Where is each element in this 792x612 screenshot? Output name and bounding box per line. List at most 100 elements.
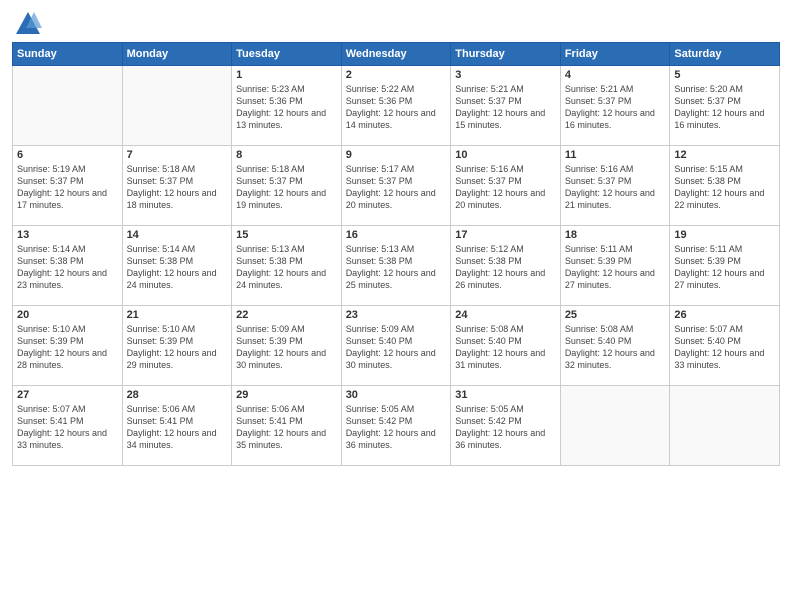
calendar-cell: 4 Sunrise: 5:21 AMSunset: 5:37 PMDaylight… xyxy=(560,66,670,146)
calendar-cell: 10 Sunrise: 5:16 AMSunset: 5:37 PMDayligh… xyxy=(451,146,561,226)
calendar-cell: 23 Sunrise: 5:09 AMSunset: 5:40 PMDayligh… xyxy=(341,306,451,386)
calendar-cell: 28 Sunrise: 5:06 AMSunset: 5:41 PMDayligh… xyxy=(122,386,232,466)
day-info: Sunrise: 5:08 AMSunset: 5:40 PMDaylight:… xyxy=(455,323,556,372)
day-number: 10 xyxy=(455,149,556,161)
day-number: 18 xyxy=(565,229,666,241)
day-number: 25 xyxy=(565,309,666,321)
week-row-5: 27 Sunrise: 5:07 AMSunset: 5:41 PMDayligh… xyxy=(13,386,780,466)
calendar-cell xyxy=(122,66,232,146)
day-info: Sunrise: 5:09 AMSunset: 5:39 PMDaylight:… xyxy=(236,323,337,372)
day-info: Sunrise: 5:14 AMSunset: 5:38 PMDaylight:… xyxy=(17,243,118,292)
calendar-cell: 26 Sunrise: 5:07 AMSunset: 5:40 PMDayligh… xyxy=(670,306,780,386)
calendar-cell xyxy=(560,386,670,466)
day-info: Sunrise: 5:17 AMSunset: 5:37 PMDaylight:… xyxy=(346,163,447,212)
day-number: 5 xyxy=(674,69,775,81)
header xyxy=(12,10,780,34)
day-number: 23 xyxy=(346,309,447,321)
day-number: 14 xyxy=(127,229,228,241)
day-info: Sunrise: 5:12 AMSunset: 5:38 PMDaylight:… xyxy=(455,243,556,292)
day-info: Sunrise: 5:16 AMSunset: 5:37 PMDaylight:… xyxy=(455,163,556,212)
day-info: Sunrise: 5:10 AMSunset: 5:39 PMDaylight:… xyxy=(17,323,118,372)
calendar-cell: 22 Sunrise: 5:09 AMSunset: 5:39 PMDayligh… xyxy=(232,306,342,386)
day-number: 2 xyxy=(346,69,447,81)
calendar-cell: 14 Sunrise: 5:14 AMSunset: 5:38 PMDayligh… xyxy=(122,226,232,306)
logo xyxy=(12,10,42,34)
calendar-cell: 1Sunrise: 5:23 AMSunset: 5:36 PMDaylight… xyxy=(232,66,342,146)
day-info: Sunrise: 5:18 AMSunset: 5:37 PMDaylight:… xyxy=(236,163,337,212)
day-number: 30 xyxy=(346,389,447,401)
weekday-header-row: SundayMondayTuesdayWednesdayThursdayFrid… xyxy=(13,43,780,66)
calendar-cell: 27 Sunrise: 5:07 AMSunset: 5:41 PMDayligh… xyxy=(13,386,123,466)
day-number: 4 xyxy=(565,69,666,81)
calendar-cell: 15 Sunrise: 5:13 AMSunset: 5:38 PMDayligh… xyxy=(232,226,342,306)
day-number: 17 xyxy=(455,229,556,241)
calendar-cell: 20Sunrise: 5:10 AMSunset: 5:39 PMDayligh… xyxy=(13,306,123,386)
day-number: 7 xyxy=(127,149,228,161)
day-number: 6 xyxy=(17,149,118,161)
day-number: 8 xyxy=(236,149,337,161)
day-info: Sunrise: 5:15 AMSunset: 5:38 PMDaylight:… xyxy=(674,163,775,212)
day-info: Sunrise: 5:11 AMSunset: 5:39 PMDaylight:… xyxy=(565,243,666,292)
weekday-header-wednesday: Wednesday xyxy=(341,43,451,66)
calendar-cell: 2 Sunrise: 5:22 AMSunset: 5:36 PMDaylight… xyxy=(341,66,451,146)
calendar-cell: 31 Sunrise: 5:05 AMSunset: 5:42 PMDayligh… xyxy=(451,386,561,466)
day-number: 29 xyxy=(236,389,337,401)
calendar-cell: 6Sunrise: 5:19 AMSunset: 5:37 PMDaylight… xyxy=(13,146,123,226)
day-info: Sunrise: 5:06 AMSunset: 5:41 PMDaylight:… xyxy=(127,403,228,452)
calendar-cell: 7Sunrise: 5:18 AMSunset: 5:37 PMDaylight… xyxy=(122,146,232,226)
day-info: Sunrise: 5:05 AMSunset: 5:42 PMDaylight:… xyxy=(455,403,556,452)
day-number: 26 xyxy=(674,309,775,321)
week-row-4: 20Sunrise: 5:10 AMSunset: 5:39 PMDayligh… xyxy=(13,306,780,386)
day-info: Sunrise: 5:13 AMSunset: 5:38 PMDaylight:… xyxy=(346,243,447,292)
page: SundayMondayTuesdayWednesdayThursdayFrid… xyxy=(0,0,792,612)
day-number: 16 xyxy=(346,229,447,241)
day-info: Sunrise: 5:13 AMSunset: 5:38 PMDaylight:… xyxy=(236,243,337,292)
weekday-header-monday: Monday xyxy=(122,43,232,66)
day-number: 9 xyxy=(346,149,447,161)
day-info: Sunrise: 5:16 AMSunset: 5:37 PMDaylight:… xyxy=(565,163,666,212)
day-info: Sunrise: 5:14 AMSunset: 5:38 PMDaylight:… xyxy=(127,243,228,292)
weekday-header-friday: Friday xyxy=(560,43,670,66)
weekday-header-tuesday: Tuesday xyxy=(232,43,342,66)
day-info: Sunrise: 5:22 AMSunset: 5:36 PMDaylight:… xyxy=(346,83,447,132)
day-info: Sunrise: 5:07 AMSunset: 5:40 PMDaylight:… xyxy=(674,323,775,372)
week-row-1: 1Sunrise: 5:23 AMSunset: 5:36 PMDaylight… xyxy=(13,66,780,146)
calendar-cell xyxy=(670,386,780,466)
logo-icon xyxy=(14,10,42,38)
day-info: Sunrise: 5:11 AMSunset: 5:39 PMDaylight:… xyxy=(674,243,775,292)
day-info: Sunrise: 5:10 AMSunset: 5:39 PMDaylight:… xyxy=(127,323,228,372)
calendar-cell xyxy=(13,66,123,146)
day-number: 15 xyxy=(236,229,337,241)
calendar-cell: 19 Sunrise: 5:11 AMSunset: 5:39 PMDayligh… xyxy=(670,226,780,306)
day-info: Sunrise: 5:09 AMSunset: 5:40 PMDaylight:… xyxy=(346,323,447,372)
calendar-cell: 24Sunrise: 5:08 AMSunset: 5:40 PMDayligh… xyxy=(451,306,561,386)
day-number: 27 xyxy=(17,389,118,401)
calendar-cell: 21 Sunrise: 5:10 AMSunset: 5:39 PMDayligh… xyxy=(122,306,232,386)
weekday-header-thursday: Thursday xyxy=(451,43,561,66)
calendar-table: SundayMondayTuesdayWednesdayThursdayFrid… xyxy=(12,42,780,466)
calendar-cell: 29Sunrise: 5:06 AMSunset: 5:41 PMDayligh… xyxy=(232,386,342,466)
calendar-cell: 17 Sunrise: 5:12 AMSunset: 5:38 PMDayligh… xyxy=(451,226,561,306)
day-number: 11 xyxy=(565,149,666,161)
day-info: Sunrise: 5:07 AMSunset: 5:41 PMDaylight:… xyxy=(17,403,118,452)
week-row-3: 13Sunrise: 5:14 AMSunset: 5:38 PMDayligh… xyxy=(13,226,780,306)
calendar-cell: 18 Sunrise: 5:11 AMSunset: 5:39 PMDayligh… xyxy=(560,226,670,306)
calendar-cell: 8 Sunrise: 5:18 AMSunset: 5:37 PMDaylight… xyxy=(232,146,342,226)
day-number: 3 xyxy=(455,69,556,81)
calendar-cell: 30 Sunrise: 5:05 AMSunset: 5:42 PMDayligh… xyxy=(341,386,451,466)
calendar-cell: 16 Sunrise: 5:13 AMSunset: 5:38 PMDayligh… xyxy=(341,226,451,306)
calendar-cell: 12Sunrise: 5:15 AMSunset: 5:38 PMDayligh… xyxy=(670,146,780,226)
day-number: 22 xyxy=(236,309,337,321)
day-number: 21 xyxy=(127,309,228,321)
day-info: Sunrise: 5:20 AMSunset: 5:37 PMDaylight:… xyxy=(674,83,775,132)
day-number: 28 xyxy=(127,389,228,401)
day-info: Sunrise: 5:05 AMSunset: 5:42 PMDaylight:… xyxy=(346,403,447,452)
day-info: Sunrise: 5:21 AMSunset: 5:37 PMDaylight:… xyxy=(455,83,556,132)
day-info: Sunrise: 5:08 AMSunset: 5:40 PMDaylight:… xyxy=(565,323,666,372)
day-number: 1 xyxy=(236,69,337,81)
day-number: 31 xyxy=(455,389,556,401)
weekday-header-saturday: Saturday xyxy=(670,43,780,66)
day-number: 19 xyxy=(674,229,775,241)
week-row-2: 6Sunrise: 5:19 AMSunset: 5:37 PMDaylight… xyxy=(13,146,780,226)
day-info: Sunrise: 5:21 AMSunset: 5:37 PMDaylight:… xyxy=(565,83,666,132)
